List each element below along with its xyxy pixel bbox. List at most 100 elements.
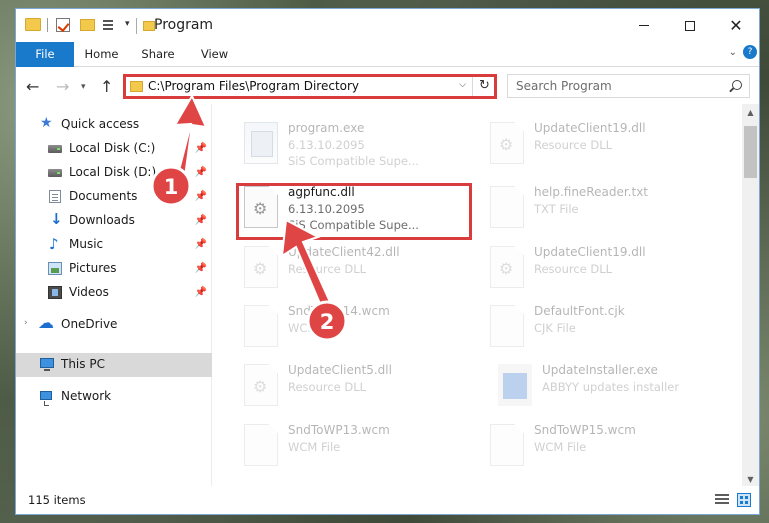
refresh-icon[interactable]: ↻ [472,75,496,97]
file-type: Resource DLL [288,262,367,276]
sidebar-item-onedrive[interactable]: › OneDrive [16,313,212,337]
recent-locations-icon[interactable]: ▾ [81,82,86,92]
item-count: 115 items [28,493,86,507]
sidebar-item-downloads[interactable]: Downloads 📌 [16,209,212,233]
file-type: TXT File [534,202,579,216]
file-tile[interactable]: SndToWP15.wcm WCM File [484,420,724,476]
minimize-icon [639,25,649,26]
file-type: CJK File [534,321,576,335]
search-input[interactable] [516,78,721,94]
file-tile[interactable]: SndToWP14.wcm WCM File [238,301,478,357]
details-view-icon[interactable] [715,494,729,506]
pin-icon[interactable]: 📌 [195,191,207,202]
file-tile[interactable]: UpdateInstaller.exe ABBYY updates instal… [492,360,732,416]
expand-ribbon-icon[interactable]: ⌄ [729,47,737,58]
dll-icon [490,246,524,288]
help-icon[interactable]: ? [743,45,757,59]
chevron-right-icon[interactable]: › [24,318,28,328]
file-name: UpdateClient42.dll [288,245,400,259]
file-description: SiS Compatible Supe... [288,218,419,232]
file-name: program.exe [288,121,365,135]
maximize-button[interactable] [667,9,713,42]
sidebar-item-label: This PC [61,357,105,371]
pictures-icon [48,262,62,275]
file-name: UpdateClient5.dll [288,363,392,377]
status-bar: 115 items [16,486,759,514]
pin-icon[interactable]: 📌 [195,143,207,154]
tab-file[interactable]: File [16,42,74,67]
file-name: DefaultFont.cjk [534,304,625,318]
search-box[interactable] [507,74,750,98]
vertical-scrollbar[interactable]: ▲ ▼ [742,104,759,488]
new-folder-icon[interactable] [80,19,95,31]
sidebar-item-label: Quick access [61,117,140,131]
computer-icon [40,358,54,371]
properties-icon[interactable] [56,18,70,32]
sidebar-item-label: Documents [69,189,138,203]
file-tile[interactable]: UpdateClient5.dll Resource DLL [238,360,478,416]
file-tile[interactable]: UpdateClient19.dll Resource DLL [484,242,724,298]
sidebar-item-documents[interactable]: Documents 📌 [16,185,212,209]
up-arrow-icon[interactable]: ↑ [100,77,113,96]
tab-share[interactable]: Share [129,42,187,67]
network-icon [40,391,52,406]
file-type: Resource DLL [534,138,613,152]
file-type: WCM File [288,321,341,335]
tab-home[interactable]: Home [74,42,129,67]
sidebar-item-this-pc[interactable]: This PC [16,353,212,377]
address-path[interactable]: C:\Program Files\Program Directory [148,79,359,93]
customize-toolbar-icon[interactable] [103,18,119,32]
sidebar-item-label: Videos [69,285,109,299]
ribbon: File Home Share View ⌄ ? [16,42,759,67]
chevron-down-icon[interactable]: ▾ [125,19,130,29]
file-tile[interactable]: UpdateClient42.dll Resource DLL [238,242,478,298]
search-icon[interactable] [732,80,742,90]
address-bar[interactable]: C:\Program Files\Program Directory ⌵ ↻ [123,74,497,98]
sidebar-item-music[interactable]: Music 📌 [16,233,212,257]
tiles-view-icon[interactable] [737,493,751,507]
file-icon [490,424,524,466]
sidebar-item-network[interactable]: Network [16,385,212,409]
dll-icon [244,364,278,406]
installer-icon [498,364,532,406]
file-name: SndToWP13.wcm [288,423,390,437]
file-version: 6.13.10.2095 [288,138,365,152]
pin-icon[interactable]: 📌 [195,287,207,298]
title-separator [136,18,137,34]
pin-icon[interactable]: 📌 [195,215,207,226]
sidebar-item-local-disk-c[interactable]: Local Disk (C:) 📌 [16,137,212,161]
navigation-bar: ← → ▾ ↑ C:\Program Files\Program Directo… [16,68,759,104]
pin-icon[interactable]: 📌 [195,239,207,250]
file-tile[interactable]: help.fineReader.txt TXT File [484,182,724,238]
close-button[interactable]: ✕ [713,9,759,42]
file-tile-agpfunc[interactable]: agpfunc.dll 6.13.10.2095 SiS Compatible … [238,182,478,238]
file-tile[interactable]: UpdateClient19.dll Resource DLL [484,118,724,174]
back-arrow-icon[interactable]: ← [26,77,39,96]
file-name: agpfunc.dll [288,185,355,199]
file-icon [490,305,524,347]
file-name: UpdateClient19.dll [534,245,646,259]
sidebar-item-label: Music [69,237,104,251]
file-type: WCM File [534,440,587,454]
tab-view[interactable]: View [187,42,242,67]
file-tile[interactable]: SndToWP13.wcm WCM File [238,420,478,476]
drive-icon [48,145,62,153]
pin-icon[interactable]: 📌 [195,263,207,274]
sidebar-item-pictures[interactable]: Pictures 📌 [16,257,212,281]
music-icon [48,235,62,253]
file-name: help.fineReader.txt [534,185,648,199]
forward-arrow-icon[interactable]: → [56,77,69,96]
chevron-down-icon[interactable]: ⌵ [459,80,466,90]
sidebar-item-videos[interactable]: Videos 📌 [16,281,212,305]
file-tile[interactable]: DefaultFont.cjk CJK File [484,301,724,357]
minimize-button[interactable] [621,9,667,42]
pin-icon[interactable]: 📌 [195,167,207,178]
sidebar-item-local-disk-d[interactable]: Local Disk (D:) 📌 [16,161,212,185]
sidebar-item-quick-access[interactable]: Quick access [16,113,212,137]
sidebar-item-label: Pictures [69,261,117,275]
scroll-up-icon[interactable]: ▲ [742,104,759,121]
file-icon [244,424,278,466]
scroll-thumb[interactable] [744,126,757,178]
file-list: program.exe 6.13.10.2095 SiS Compatible … [214,104,745,488]
file-tile[interactable]: program.exe 6.13.10.2095 SiS Compatible … [238,118,478,174]
